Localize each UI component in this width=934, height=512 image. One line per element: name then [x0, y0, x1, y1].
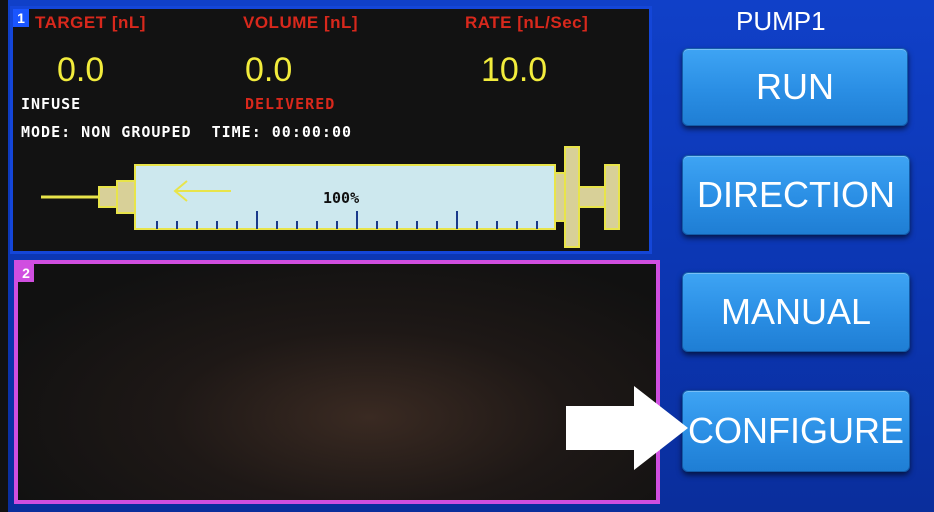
syringe-percent-label: 100%	[323, 189, 360, 207]
white-arrow-icon	[566, 386, 688, 470]
pump-screen: 1 TARGET [nL] VOLUME [nL] RATE [nL/Sec] …	[0, 0, 934, 512]
channel-number: 1	[13, 9, 29, 27]
run-button[interactable]: RUN	[682, 48, 908, 126]
target-value: 0.0	[57, 51, 105, 89]
channel-2-panel[interactable]: 2	[14, 260, 660, 504]
target-mode-label: INFUSE	[21, 95, 82, 113]
volume-sub-label: DELIVERED	[245, 95, 336, 113]
direction-button[interactable]: DIRECTION	[682, 155, 910, 235]
syringe-flange	[564, 146, 580, 248]
syringe-tip	[116, 180, 136, 214]
target-header: TARGET [nL]	[35, 13, 146, 32]
channel-1-panel[interactable]: 1 TARGET [nL] VOLUME [nL] RATE [nL/Sec] …	[10, 6, 652, 254]
syringe-rod	[578, 186, 606, 208]
pump-title: PUMP1	[736, 6, 826, 36]
rate-header: RATE [nL/Sec]	[465, 13, 589, 32]
syringe-hub	[98, 186, 118, 208]
rate-value: 10.0	[481, 51, 548, 89]
configure-button[interactable]: CONFIGURE	[682, 390, 910, 472]
channel-number: 2	[18, 264, 34, 282]
screen-bezel	[0, 0, 8, 512]
volume-header: VOLUME [nL]	[243, 13, 359, 32]
manual-button[interactable]: MANUAL	[682, 272, 910, 352]
volume-value: 0.0	[245, 51, 293, 89]
syringe-thumb-press	[604, 164, 620, 230]
